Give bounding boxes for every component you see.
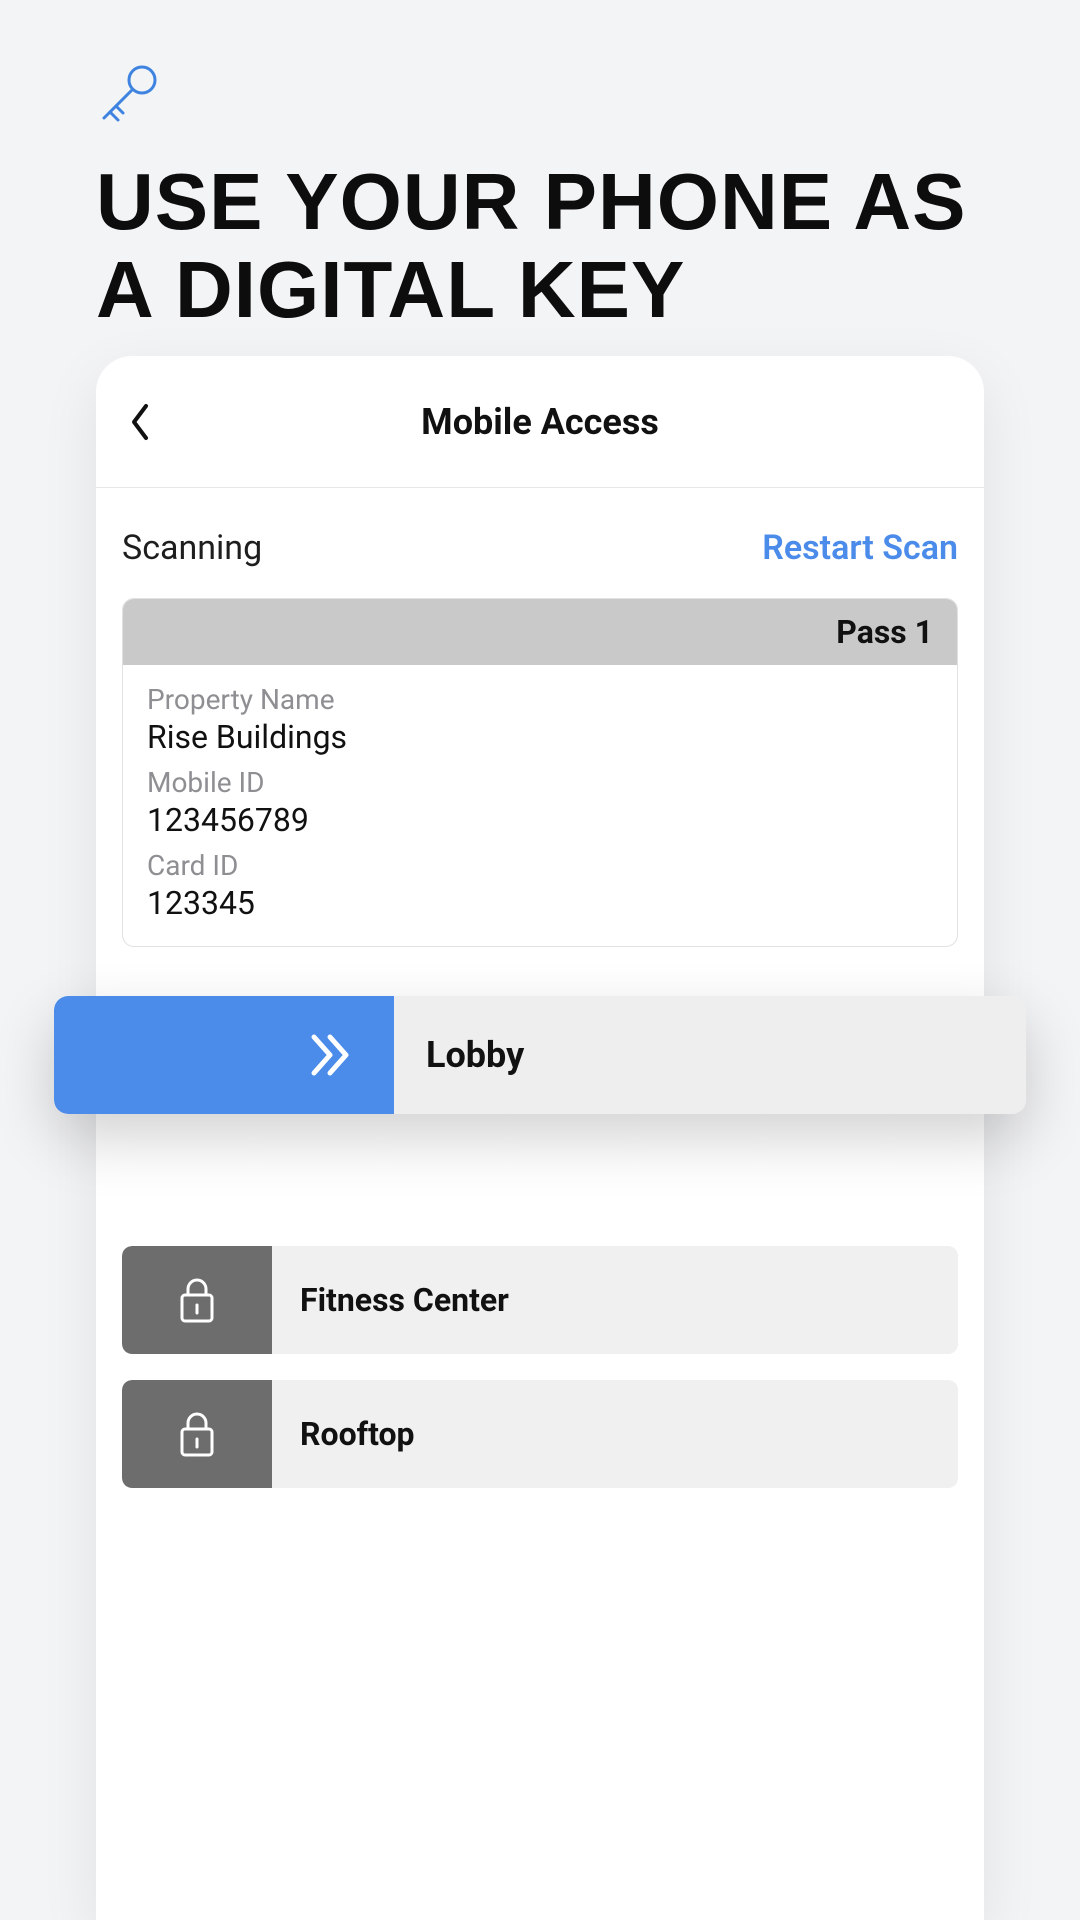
door-row-fitness-center[interactable]: Fitness Center (122, 1246, 958, 1354)
restart-scan-button[interactable]: Restart Scan (762, 528, 958, 568)
pass-card: Pass 1 Property Name Rise Buildings Mobi… (122, 598, 958, 947)
mobile-id-value: 123456789 (147, 801, 933, 839)
app-screen: Mobile Access Scanning Restart Scan Pass… (96, 356, 984, 1920)
card-id-value: 123345 (147, 884, 933, 922)
scan-status-label: Scanning (122, 528, 262, 568)
hero-title: USE YOUR PHONE AS A DIGITAL KEY (96, 158, 984, 334)
key-icon (96, 62, 984, 130)
app-header: Mobile Access (96, 356, 984, 488)
door-row-rooftop[interactable]: Rooftop (122, 1380, 958, 1488)
door-label: Rooftop (272, 1415, 415, 1453)
property-name-value: Rise Buildings (147, 718, 933, 756)
lock-icon (122, 1246, 272, 1354)
pass-badge: Pass 1 (123, 599, 957, 665)
screen-title: Mobile Access (96, 401, 984, 443)
slider-handle[interactable] (54, 996, 394, 1114)
slider-door-label: Lobby (394, 1034, 524, 1076)
door-label: Fitness Center (272, 1281, 509, 1319)
property-name-label: Property Name (147, 683, 933, 716)
back-button[interactable] (114, 396, 166, 448)
mobile-id-label: Mobile ID (147, 766, 933, 799)
unlock-slider-lobby[interactable]: Lobby (54, 996, 1026, 1114)
lock-icon (122, 1380, 272, 1488)
card-id-label: Card ID (147, 849, 933, 882)
